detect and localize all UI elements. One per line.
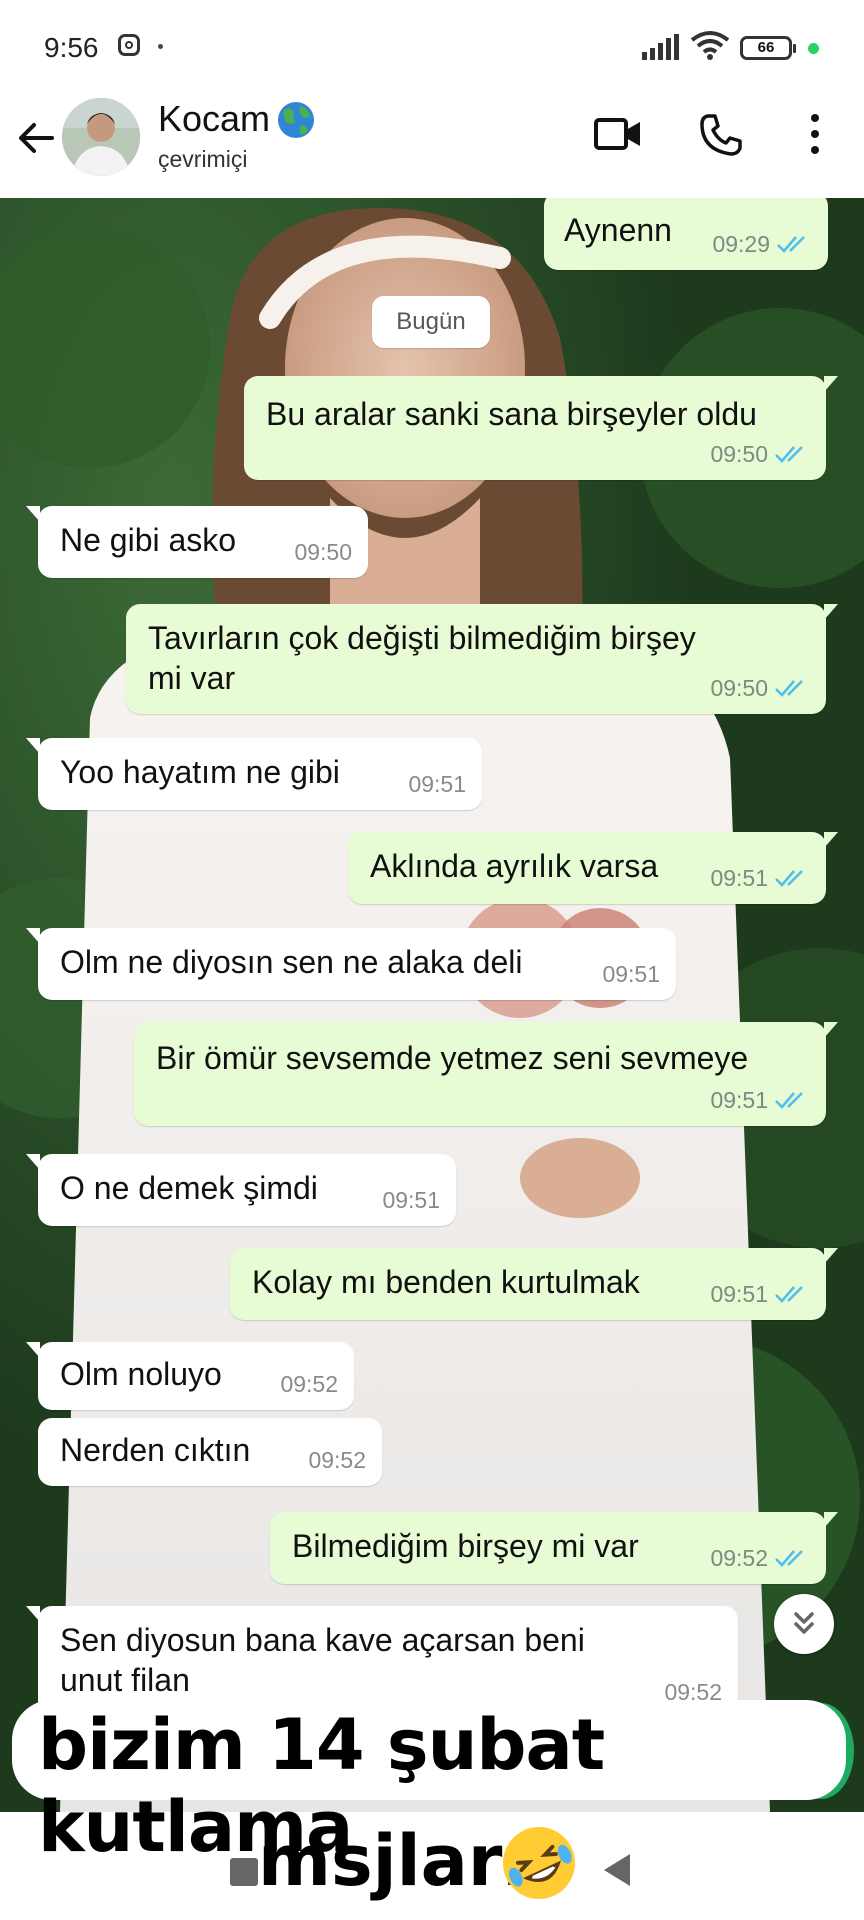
message-meta: 09:51 bbox=[408, 764, 466, 804]
status-time: 9:56 bbox=[44, 32, 99, 63]
video-caption-line-1: bizim 14 şubat kutlama bbox=[12, 1700, 846, 1868]
message-bubble-incoming[interactable]: Yoo hayatım ne gibi 09:51 bbox=[26, 738, 482, 810]
message-bubble-incoming[interactable]: O ne demek şimdi 09:51 bbox=[26, 1154, 456, 1226]
voice-call-icon[interactable] bbox=[698, 112, 744, 158]
message-meta: 09:29 bbox=[712, 224, 812, 264]
message-time: 09:50 bbox=[710, 675, 768, 701]
rolling-laughing-emoji-icon bbox=[503, 1827, 575, 1899]
message-text: Olm ne diyosın sen ne alaka deli bbox=[60, 944, 523, 980]
read-receipt-icon bbox=[775, 1286, 803, 1303]
read-receipt-icon bbox=[775, 446, 803, 463]
message-meta: 09:50 bbox=[710, 668, 810, 708]
message-bubble-outgoing[interactable]: Aynenn 09:29 bbox=[544, 198, 828, 270]
message-bubble-outgoing[interactable]: Kolay mı benden kurtulmak 09:51 bbox=[230, 1248, 838, 1320]
message-time: 09:51 bbox=[710, 1281, 768, 1307]
double-chevron-down-icon bbox=[794, 1612, 814, 1634]
privacy-indicator-dot bbox=[808, 43, 819, 54]
message-bubble-outgoing[interactable]: Bir ömür sevsemde yetmez seni sevmeye 09… bbox=[134, 1022, 838, 1126]
signal-icon bbox=[642, 34, 679, 60]
message-text: O ne demek şimdi bbox=[60, 1170, 318, 1206]
message-text: Bu aralar sanki sana birşeyler oldu bbox=[266, 396, 757, 432]
status-bar: 9:56 66 bbox=[0, 0, 864, 96]
message-meta: 09:50 bbox=[710, 434, 810, 474]
read-receipt-icon bbox=[775, 1092, 803, 1109]
battery-icon: 66 bbox=[740, 36, 796, 60]
globe-emoji-icon bbox=[278, 102, 314, 138]
read-receipt-icon bbox=[777, 236, 805, 253]
message-meta: 09:51 bbox=[382, 1180, 440, 1220]
scroll-to-bottom-button[interactable] bbox=[774, 1594, 834, 1654]
video-caption-line-2: msjları bbox=[238, 1816, 618, 1910]
message-time: 09:51 bbox=[710, 1087, 768, 1113]
read-receipt-icon bbox=[775, 680, 803, 697]
message-meta: 09:50 bbox=[294, 532, 352, 572]
notification-dot-icon bbox=[158, 44, 163, 49]
message-text: Sen diyosun bana kave açarsan beni unut … bbox=[60, 1622, 585, 1698]
message-text: Yoo hayatım ne gibi bbox=[60, 754, 340, 790]
chat-header: Kocam çevrimiçi bbox=[0, 96, 864, 198]
message-meta: 09:51 bbox=[710, 1274, 810, 1314]
message-meta: 09:52 bbox=[280, 1364, 338, 1404]
date-separator: Bugün bbox=[372, 296, 490, 348]
message-text: Bir ömür sevsemde yetmez seni sevmeye bbox=[156, 1040, 749, 1076]
message-time: 09:52 bbox=[308, 1447, 366, 1473]
message-bubble-incoming[interactable]: Olm noluyo 09:52 bbox=[26, 1342, 354, 1410]
message-meta: 09:51 bbox=[710, 858, 810, 898]
contact-name[interactable]: Kocam bbox=[158, 98, 270, 140]
message-bubble-incoming[interactable]: Nerden cıktın 09:52 bbox=[38, 1418, 382, 1486]
wifi-icon bbox=[690, 31, 730, 60]
message-bubble-outgoing[interactable]: Bilmediğim birşey mi var 09:52 bbox=[270, 1512, 838, 1584]
message-time: 09:52 bbox=[710, 1545, 768, 1571]
message-bubble-incoming[interactable]: Ne gibi asko 09:50 bbox=[26, 506, 368, 578]
message-bubble-incoming[interactable]: Olm ne diyosın sen ne alaka deli 09:51 bbox=[26, 928, 676, 1000]
message-time: 09:50 bbox=[294, 539, 352, 565]
chat-area[interactable]: Aynenn 09:29 Bugün Bu aralar sanki sana … bbox=[0, 198, 864, 1812]
read-receipt-icon bbox=[775, 870, 803, 887]
message-meta: 09:51 bbox=[710, 1080, 810, 1120]
message-bubble-outgoing[interactable]: Bu aralar sanki sana birşeyler oldu 09:5… bbox=[244, 376, 838, 480]
message-bubble-outgoing[interactable]: Tavırların çok değişti bilmediğim birşey… bbox=[126, 604, 838, 714]
message-meta: 09:52 bbox=[308, 1440, 366, 1480]
message-time: 09:51 bbox=[408, 771, 466, 797]
message-meta: 09:52 bbox=[710, 1538, 810, 1578]
message-time: 09:51 bbox=[602, 961, 660, 987]
read-receipt-icon bbox=[775, 1550, 803, 1567]
contact-status: çevrimiçi bbox=[158, 146, 248, 172]
contact-avatar[interactable] bbox=[62, 98, 140, 176]
message-time: 09:29 bbox=[712, 231, 770, 257]
more-options-icon[interactable] bbox=[800, 110, 830, 158]
message-time: 09:51 bbox=[382, 1187, 440, 1213]
message-meta: 09:51 bbox=[602, 954, 660, 994]
message-text: Tavırların çok değişti bilmediğim birşey… bbox=[148, 620, 696, 696]
back-arrow-icon[interactable] bbox=[14, 116, 58, 160]
message-time: 09:50 bbox=[710, 441, 768, 467]
message-time: 09:51 bbox=[710, 865, 768, 891]
instagram-notification-icon bbox=[118, 34, 140, 56]
caption-text-2: msjları bbox=[258, 1820, 527, 1902]
video-call-icon[interactable] bbox=[594, 114, 642, 154]
message-bubble-outgoing[interactable]: Aklında ayrılık varsa 09:51 bbox=[348, 832, 838, 904]
message-time: 09:52 bbox=[280, 1371, 338, 1397]
